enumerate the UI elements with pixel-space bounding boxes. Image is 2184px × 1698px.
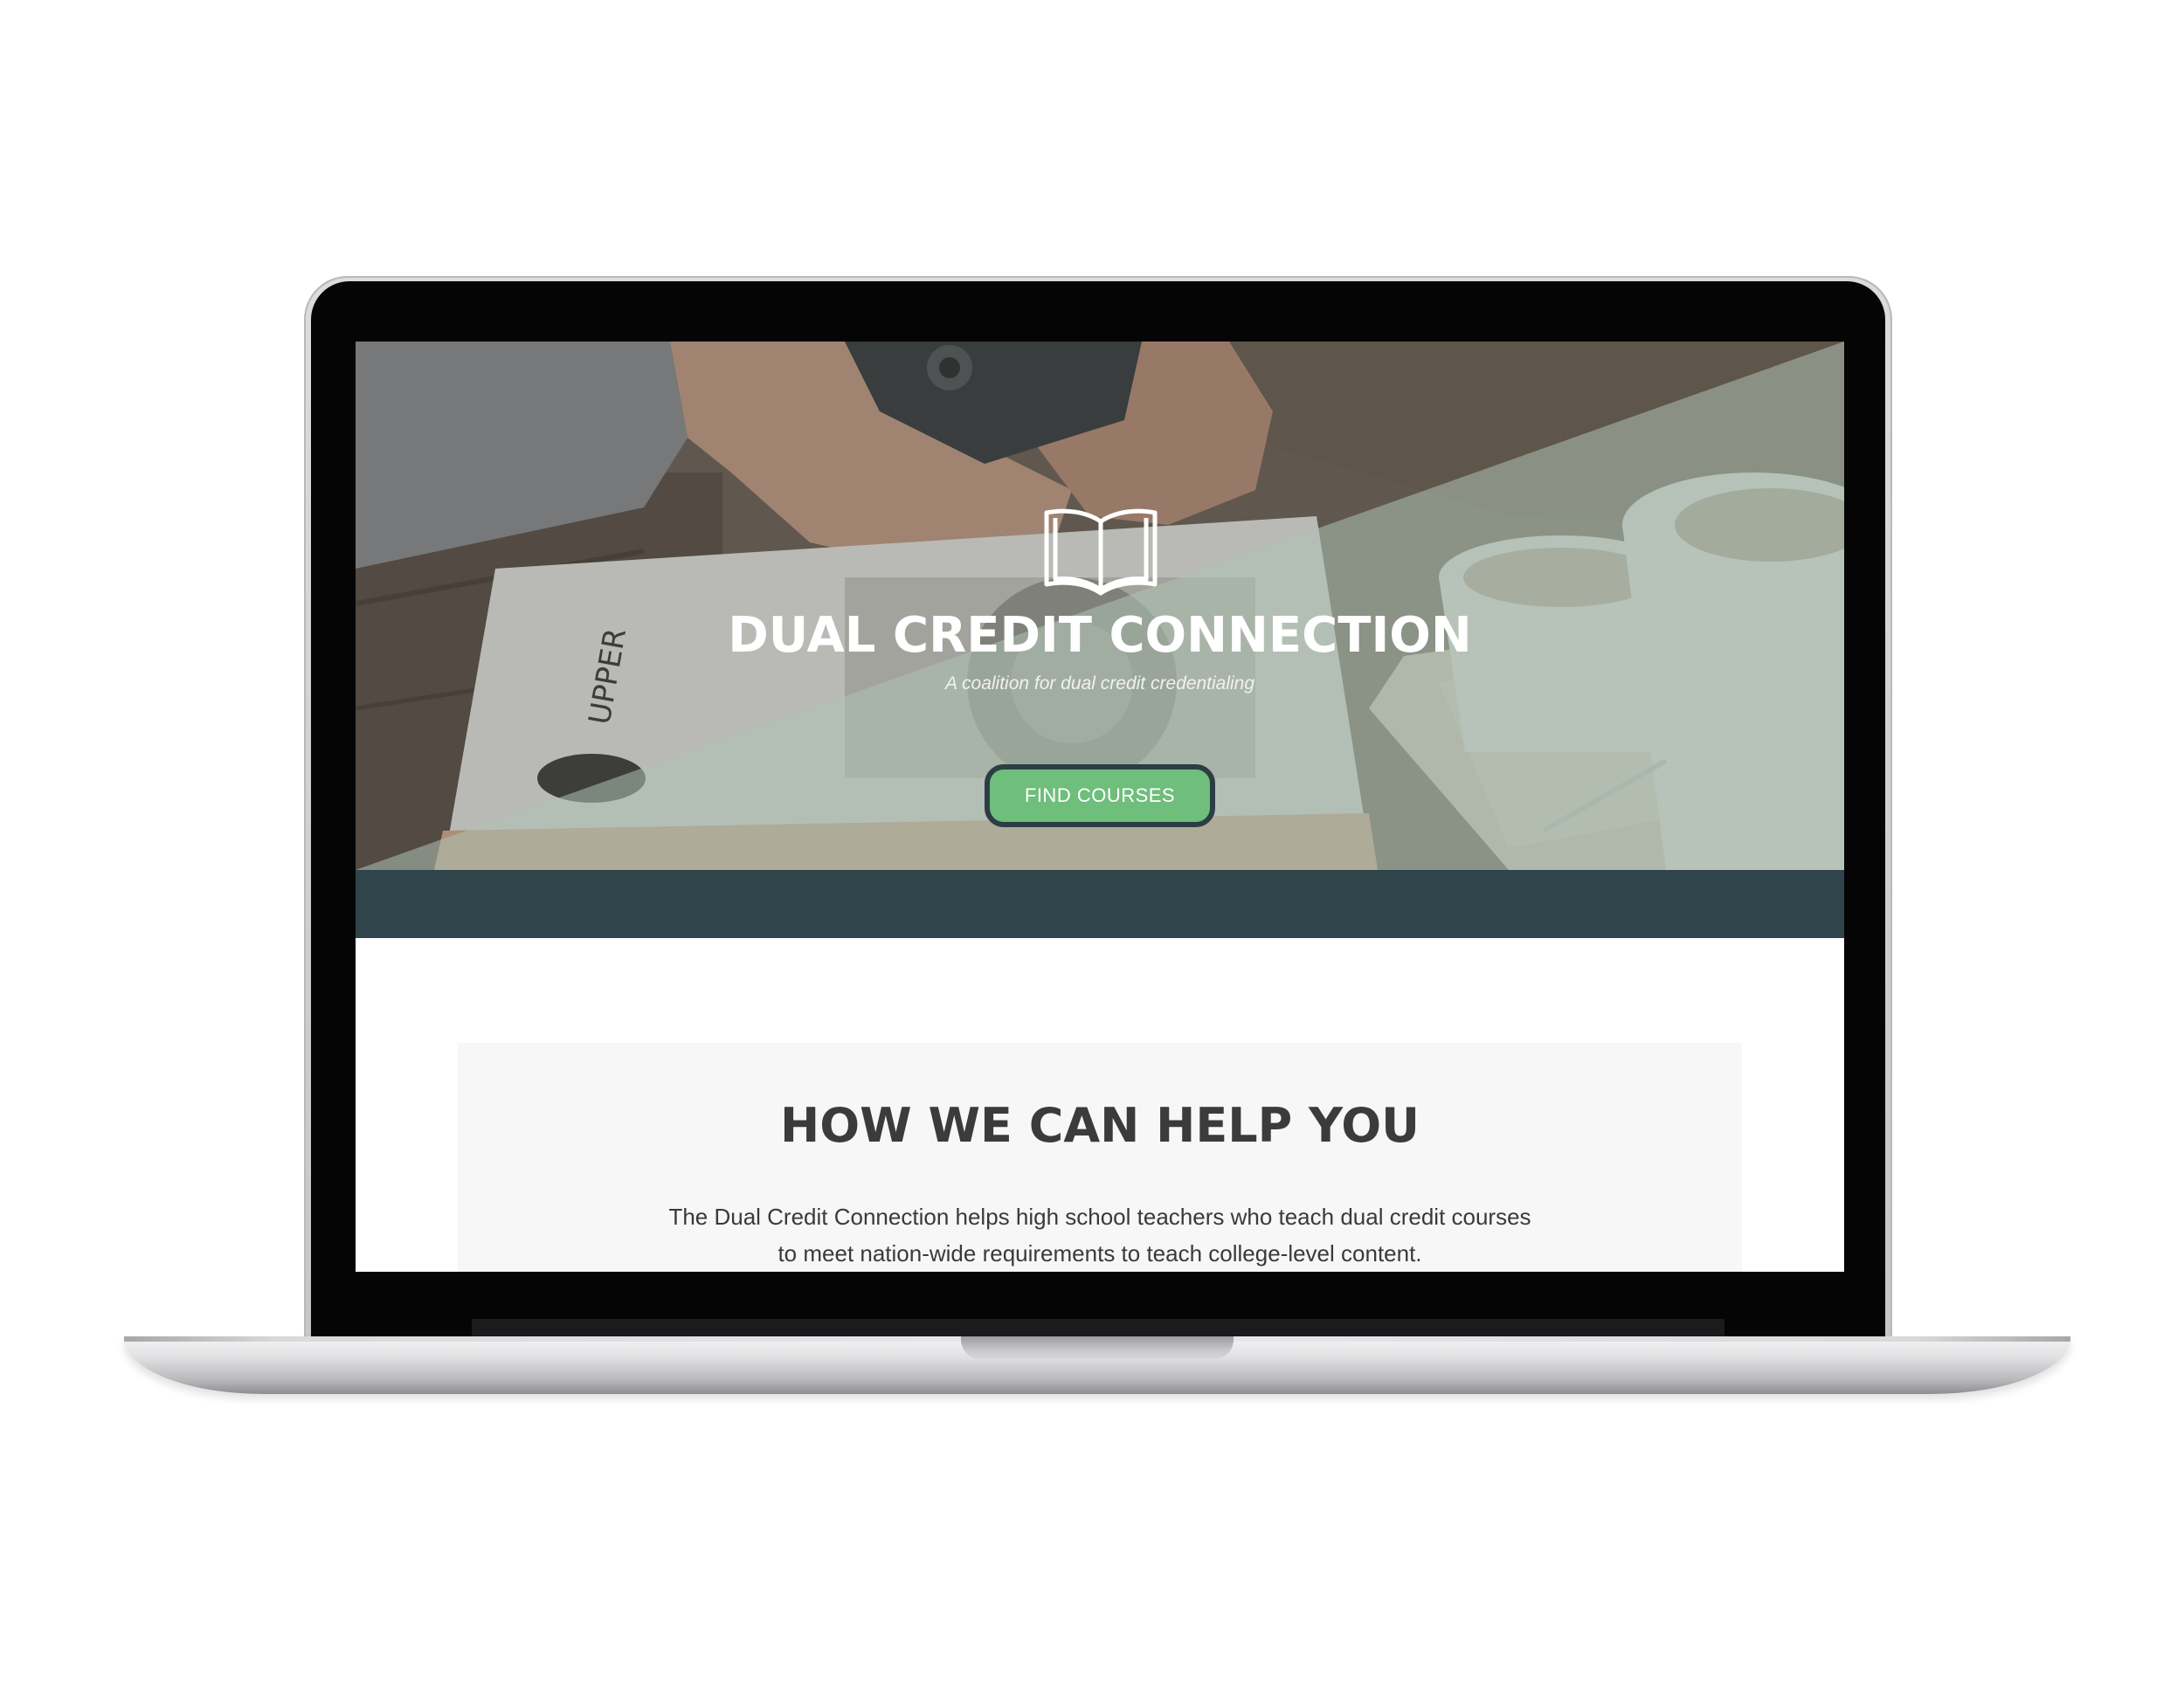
- hero-content: DUAL CREDIT CONNECTION A coalition for d…: [356, 342, 1844, 870]
- hero-bottom-band: [356, 870, 1844, 938]
- find-courses-button[interactable]: FIND COURSES: [985, 764, 1215, 827]
- laptop-bezel-bottom: [472, 1319, 1724, 1338]
- help-heading: HOW WE CAN HELP YOU: [780, 1098, 1420, 1153]
- site-tagline: A coalition for dual credit credentialin…: [944, 673, 1255, 694]
- content-section: HOW WE CAN HELP YOU The Dual Credit Conn…: [356, 938, 1844, 1272]
- help-card: HOW WE CAN HELP YOU The Dual Credit Conn…: [458, 1043, 1742, 1272]
- laptop-notch: [961, 1336, 1234, 1359]
- help-body-line-2: to meet nation-wide requirements to teac…: [778, 1240, 1422, 1267]
- open-book-icon: [1044, 508, 1158, 596]
- hero-section: UPPER DUAL CREDIT CONNECTION A coalition…: [356, 342, 1844, 870]
- help-body: The Dual Credit Connection helps high sc…: [650, 1198, 1550, 1272]
- help-body-line-1: The Dual Credit Connection helps high sc…: [668, 1204, 1531, 1230]
- site-title: DUAL CREDIT CONNECTION: [728, 607, 1472, 664]
- mockup-stage: UPPER DUAL CREDIT CONNECTION A coalition…: [0, 0, 2184, 1698]
- laptop-screen: UPPER DUAL CREDIT CONNECTION A coalition…: [356, 342, 1844, 1272]
